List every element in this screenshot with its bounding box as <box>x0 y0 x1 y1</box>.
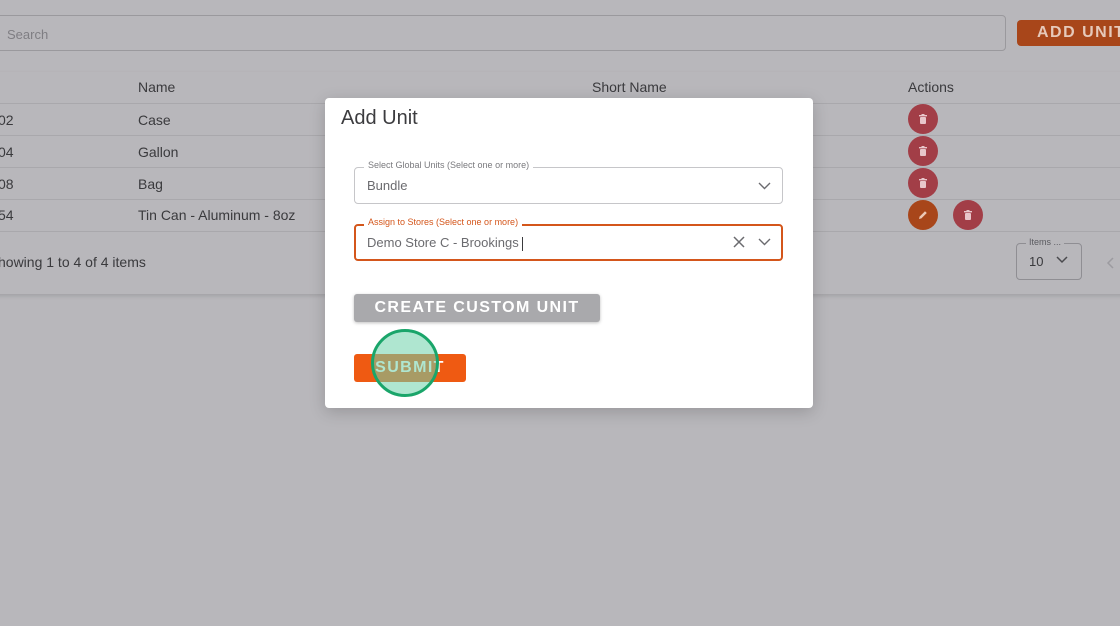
table-row-id: 04 <box>0 144 14 160</box>
pagination-summary: howing 1 to 4 of 4 items <box>0 254 146 270</box>
delete-button[interactable] <box>908 104 938 134</box>
edit-button[interactable] <box>908 200 938 230</box>
assign-stores-select[interactable]: Assign to Stores (Select one or more) De… <box>354 217 783 261</box>
trash-icon <box>919 114 927 124</box>
chevron-down-icon[interactable] <box>758 182 771 190</box>
table-row-name: Gallon <box>138 144 179 160</box>
column-header-short-name[interactable]: Short Name <box>592 79 667 95</box>
table-row-name: Case <box>138 112 171 128</box>
trash-icon <box>919 146 927 156</box>
add-unit-dialog: Add Unit Select Global Units (Select one… <box>325 98 813 408</box>
delete-button[interactable] <box>908 168 938 198</box>
pencil-icon <box>919 211 927 219</box>
search-input[interactable] <box>5 16 989 52</box>
close-icon[interactable] <box>732 235 746 249</box>
table-row-id: 08 <box>0 176 14 192</box>
delete-button[interactable] <box>908 136 938 166</box>
chevron-left-icon[interactable] <box>1106 257 1114 269</box>
global-units-label: Select Global Units (Select one or more) <box>364 160 534 170</box>
delete-button[interactable] <box>953 200 983 230</box>
column-header-name[interactable]: Name <box>138 79 175 95</box>
dialog-title: Add Unit <box>341 107 418 129</box>
assign-stores-text: Demo Store C - Brookings <box>367 235 519 250</box>
items-per-page-value: 10 <box>1029 254 1044 269</box>
assign-stores-label: Assign to Stores (Select one or more) <box>364 217 523 227</box>
trash-icon <box>964 210 972 220</box>
chevron-down-icon <box>1056 256 1068 264</box>
create-custom-unit-button[interactable]: CREATE CUSTOM UNIT <box>354 294 600 322</box>
table-row-name: Tin Can - Aluminum - 8oz <box>138 207 296 223</box>
trash-icon <box>919 178 927 188</box>
items-per-page-label: Items ... <box>1026 237 1065 247</box>
assign-stores-value: Demo Store C - Brookings <box>367 235 523 251</box>
table-row-id: 54 <box>0 207 14 223</box>
table-row-id: 02 <box>0 112 14 128</box>
table-row-name: Bag <box>138 176 163 192</box>
search-box[interactable] <box>0 15 1006 52</box>
items-per-page-select[interactable] <box>1016 243 1082 280</box>
text-caret <box>521 236 523 251</box>
chevron-down-icon[interactable] <box>758 238 771 246</box>
column-header-actions: Actions <box>908 79 954 95</box>
add-unit-button[interactable]: ADD UNIT <box>1017 20 1120 46</box>
submit-button[interactable]: SUBMIT <box>354 354 466 382</box>
global-units-value: Bundle <box>367 178 408 193</box>
global-units-select[interactable]: Select Global Units (Select one or more)… <box>354 160 783 204</box>
